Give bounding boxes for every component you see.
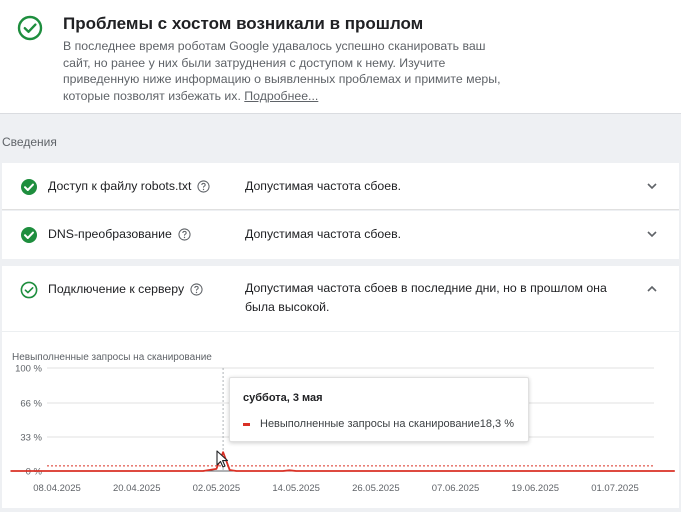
chevron-up-icon[interactable] — [645, 282, 659, 296]
tooltip-date: суббота, 3 мая — [243, 392, 323, 404]
series-line — [10, 451, 675, 472]
x-tick-label: 19.06.2025 — [512, 483, 560, 494]
check-circle-icon — [17, 15, 43, 41]
row-status: Допустимая частота сбоев. — [245, 227, 402, 241]
row-name-text: Доступ к файлу robots.txt — [48, 179, 192, 193]
row-name: DNS-преобразование — [48, 227, 191, 241]
tooltip-series-swatch — [243, 423, 250, 426]
check-filled-icon — [21, 227, 37, 243]
chart-tooltip: суббота, 3 мая Невыполненные запросы на … — [229, 377, 529, 442]
help-icon[interactable] — [190, 282, 203, 296]
mouse-cursor-icon — [216, 450, 229, 468]
status-card: Проблемы с хостом возникали в прошлом В … — [0, 0, 681, 114]
learn-more-link[interactable]: Подробнее... — [244, 89, 318, 103]
chevron-down-icon[interactable] — [645, 227, 659, 241]
row-name[interactable]: Подключение к серверу — [48, 282, 203, 296]
chevron-down-icon[interactable] — [645, 179, 659, 193]
check-filled-icon — [21, 179, 37, 195]
x-tick-label: 07.06.2025 — [432, 483, 480, 494]
detail-row-robots[interactable]: Доступ к файлу robots.txt Допустимая час… — [2, 163, 679, 210]
y-tick-label: 100 % — [15, 364, 42, 375]
status-description: В последнее время роботам Google удавало… — [63, 38, 513, 104]
row-name-text: DNS-преобразование — [48, 227, 172, 241]
help-icon[interactable] — [197, 179, 210, 193]
y-tick-label: 66 % — [20, 399, 42, 410]
check-circle-outline-icon — [20, 281, 38, 299]
y-tick-label: 33 % — [20, 433, 42, 444]
tooltip-value: 18,3 % — [479, 418, 514, 430]
row-name-text: Подключение к серверу — [48, 282, 185, 296]
x-tick-label: 26.05.2025 — [352, 483, 400, 494]
y-tick-label: 0 % — [26, 467, 43, 478]
x-tick-label: 02.05.2025 — [193, 483, 241, 494]
x-tick-label: 08.04.2025 — [33, 483, 81, 494]
row-name: Доступ к файлу robots.txt — [48, 179, 210, 193]
status-title: Проблемы с хостом возникали в прошлом — [63, 14, 424, 33]
tooltip-series-label: Невыполненные запросы на сканирование — [260, 418, 480, 430]
x-tick-label: 20.04.2025 — [113, 483, 161, 494]
row-status: Допустимая частота сбоев. — [245, 179, 402, 193]
x-tick-label: 14.05.2025 — [272, 483, 320, 494]
row-status: Допустимая частота сбоев в последние дни… — [245, 281, 607, 314]
section-label: Сведения — [2, 135, 57, 149]
help-icon[interactable] — [178, 227, 191, 241]
detail-row-dns[interactable]: DNS-преобразование Допустимая частота сб… — [2, 211, 679, 259]
x-tick-label: 01.07.2025 — [591, 483, 639, 494]
